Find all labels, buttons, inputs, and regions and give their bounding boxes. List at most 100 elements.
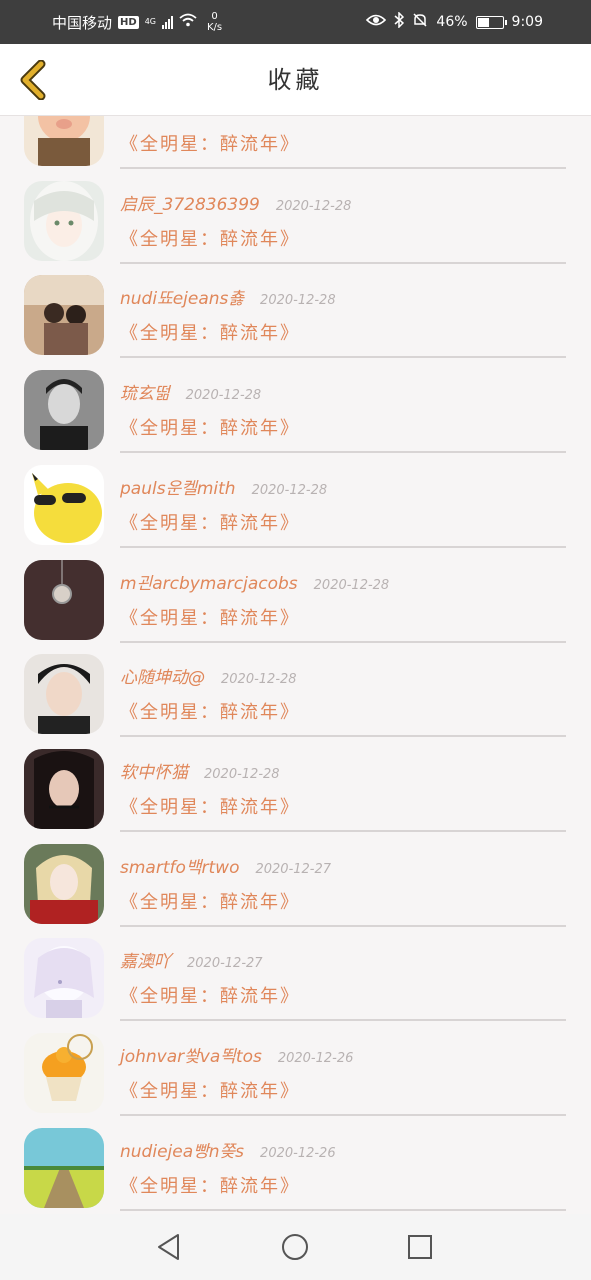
- divider: [120, 735, 566, 738]
- favorite-item[interactable]: 《全明星：醉流年》: [0, 116, 591, 181]
- header: 收藏: [0, 44, 591, 116]
- username[interactable]: 软中怀猫: [120, 758, 188, 783]
- username[interactable]: 琉玄떪: [120, 379, 170, 404]
- favorite-item[interactable]: pauls운켈mith 2020-12-28 《全明星：醉流年》: [0, 464, 591, 560]
- favorite-date: 2020-12-27: [187, 956, 263, 972]
- game-title: 《全明星：醉流年》: [120, 891, 300, 913]
- avatar[interactable]: [24, 1127, 104, 1208]
- network-type: 4G: [144, 17, 156, 26]
- username[interactable]: 心随坤动@: [120, 663, 205, 688]
- triangle-back-icon: [158, 1234, 179, 1260]
- battery-percent: 46%: [436, 14, 468, 30]
- game-title: 《全明星：醉流年》: [120, 1081, 300, 1102]
- carrier-name: 中国移动: [52, 13, 113, 32]
- divider: [120, 1019, 566, 1022]
- item-meta: nudi뚀ejeans춇 2020-12-28: [120, 284, 336, 309]
- status-left: 中国移动 HD 4G 0 K/s: [52, 0, 222, 44]
- status-bar: 中国移动 HD 4G 0 K/s 46% 9:09: [0, 0, 591, 44]
- avatar[interactable]: [24, 1033, 104, 1113]
- username[interactable]: 嘉澳吖: [120, 947, 171, 972]
- favorite-item[interactable]: johnvar쐊va뙥tos 2020-12-26 《全明星：醉流年》: [0, 1033, 591, 1128]
- status-right: 46% 9:09: [366, 0, 543, 44]
- game-title: 《全明星：醉流年》: [120, 323, 300, 345]
- item-meta: m괸arcbymarcjacobs 2020-12-28: [120, 569, 389, 594]
- nav-back-button[interactable]: [151, 1229, 187, 1265]
- net-speed-unit: K/s: [206, 22, 223, 33]
- favorite-date: 2020-12-26: [260, 1145, 336, 1161]
- item-meta: nudiejea빵n쫒s 2020-12-26: [120, 1137, 336, 1162]
- nav-home-button[interactable]: [277, 1229, 313, 1265]
- game-title: 《全明星：醉流年》: [120, 796, 300, 818]
- divider: [120, 829, 566, 832]
- net-speed: 0 K/s: [207, 11, 222, 33]
- item-meta: 软中怀猫 2020-12-28: [120, 758, 280, 783]
- avatar[interactable]: [24, 748, 104, 829]
- divider: [120, 356, 566, 359]
- favorite-date: 2020-12-26: [277, 1051, 354, 1066]
- favorite-date: 2020-12-28: [221, 672, 297, 688]
- favorite-date: 2020-12-28: [260, 293, 336, 309]
- divider: [120, 924, 566, 927]
- avatar[interactable]: [24, 843, 104, 924]
- system-nav-bar: [0, 1214, 591, 1280]
- favorite-date: 2020-12-28: [204, 766, 280, 782]
- net-speed-value: 0: [211, 11, 218, 22]
- favorite-date: 2020-12-28: [251, 482, 328, 498]
- hd-badge: HD: [118, 15, 139, 29]
- favorites-list: 《全明星：醉流年》 启辰_372836399 2020-12-28 《全明星：醉流年》…: [0, 116, 591, 1214]
- divider: [120, 261, 566, 264]
- avatar[interactable]: [24, 116, 104, 166]
- favorite-item[interactable]: 心随坤动@ 2020-12-28 《全明星：醉流年》: [0, 654, 591, 749]
- game-title: 《全明星：醉流年》: [120, 512, 300, 534]
- favorite-item[interactable]: 琉玄떪 2020-12-28 《全明星：醉流年》: [0, 370, 591, 465]
- item-meta: [120, 116, 136, 117]
- favorite-item[interactable]: 启辰_372836399 2020-12-28 《全明星：醉流年》: [0, 180, 591, 276]
- username[interactable]: nudiejea빵n쫒s: [120, 1137, 244, 1162]
- game-title: 《全明星：醉流年》: [120, 134, 300, 155]
- item-meta: 嘉澳吖 2020-12-27: [120, 947, 263, 972]
- favorite-item[interactable]: m괸arcbymarcjacobs 2020-12-28 《全明星：醉流年》: [0, 559, 591, 655]
- game-title: 《全明星：醉流年》: [120, 702, 300, 724]
- username[interactable]: johnvar쐊va뙥tos: [120, 1042, 262, 1067]
- username[interactable]: 启辰_372836399: [120, 190, 260, 215]
- nav-recents-button[interactable]: [402, 1229, 438, 1265]
- square-recents-icon: [408, 1235, 432, 1259]
- item-meta: 心随坤动@ 2020-12-28: [120, 663, 297, 688]
- favorite-date: 2020-12-28: [185, 388, 262, 404]
- item-meta: smartfo백rtwo 2020-12-27: [120, 853, 332, 878]
- username[interactable]: pauls운켈mith: [120, 474, 236, 499]
- username[interactable]: smartfo백rtwo: [120, 853, 239, 878]
- avatar[interactable]: [24, 370, 104, 451]
- favorite-item[interactable]: nudiejea빵n쫒s 2020-12-26 《全明星：醉流年》: [0, 1127, 591, 1214]
- avatar[interactable]: [24, 938, 104, 1019]
- circle-home-icon: [282, 1234, 308, 1260]
- wifi-icon: [179, 13, 197, 31]
- game-title: 《全明星：醉流年》: [120, 418, 300, 440]
- avatar[interactable]: [24, 180, 104, 261]
- signal-icon: [161, 15, 173, 29]
- item-meta: johnvar쐊va뙥tos 2020-12-26: [120, 1042, 354, 1067]
- page-title: 收藏: [267, 66, 324, 94]
- favorite-item[interactable]: 软中怀猫 2020-12-28 《全明星：醉流年》: [0, 748, 591, 844]
- item-meta: pauls운켈mith 2020-12-28: [120, 474, 328, 499]
- username[interactable]: nudi뚀ejeans춇: [120, 284, 244, 309]
- avatar[interactable]: [24, 464, 104, 545]
- item-meta: 启辰_372836399 2020-12-28: [120, 190, 351, 215]
- divider: [120, 1208, 566, 1211]
- username[interactable]: m괸arcbymarcjacobs: [120, 569, 298, 594]
- favorite-item[interactable]: smartfo백rtwo 2020-12-27 《全明星：醉流年》: [0, 843, 591, 939]
- game-title: 《全明星：醉流年》: [120, 1175, 300, 1197]
- avatar[interactable]: [24, 559, 104, 640]
- bell-muted-icon: [412, 12, 428, 32]
- favorite-item[interactable]: nudi뚀ejeans춇 2020-12-28 《全明星：醉流年》: [0, 275, 591, 370]
- game-title: 《全明星：醉流年》: [120, 986, 300, 1008]
- favorite-date: 2020-12-27: [255, 861, 332, 877]
- avatar[interactable]: [24, 654, 104, 735]
- game-title: 《全明星：醉流年》: [120, 607, 300, 629]
- divider: [120, 167, 566, 169]
- item-meta: 琉玄떪 2020-12-28: [120, 379, 262, 404]
- clock: 9:09: [511, 14, 543, 30]
- favorite-item[interactable]: 嘉澳吖 2020-12-27 《全明星：醉流年》: [0, 938, 591, 1033]
- divider: [120, 640, 566, 643]
- avatar[interactable]: [24, 275, 104, 356]
